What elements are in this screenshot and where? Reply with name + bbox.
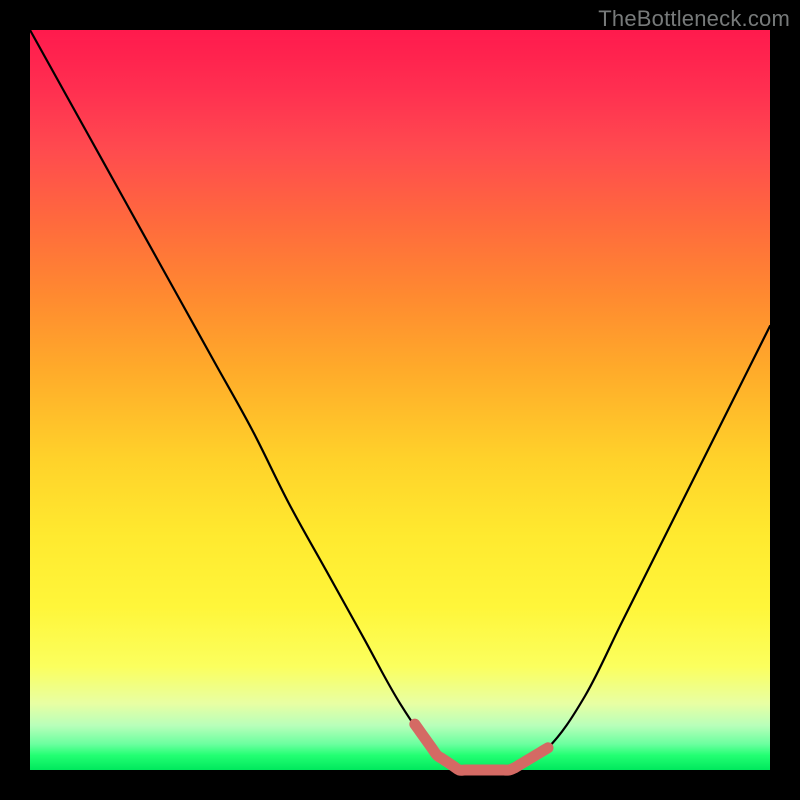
plot-area [30, 30, 770, 770]
curve-highlight [415, 724, 548, 770]
chart-frame: TheBottleneck.com [0, 0, 800, 800]
watermark-text: TheBottleneck.com [598, 6, 790, 32]
curve-main [30, 30, 770, 772]
bottleneck-curve [30, 30, 770, 770]
